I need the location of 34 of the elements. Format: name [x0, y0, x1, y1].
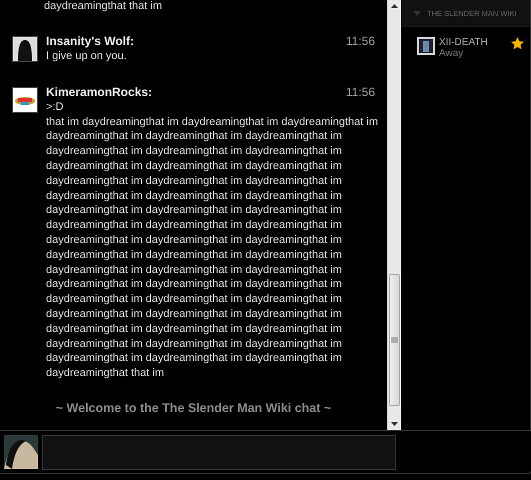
message-text: daydreamingthat im daydreamingthat im daydreamingthat im — [46, 158, 343, 174]
message-author: KimeramonRocks: — [46, 84, 152, 100]
message-text: daydreamingthat that im — [43, 0, 164, 13]
grip-icon — [391, 337, 398, 343]
scroll-thumb[interactable] — [389, 274, 400, 406]
message-text: daydreamingthat im daydreamingthat im daydreamingthat im — [46, 292, 343, 307]
message-text: daydreamingthat im daydreamingthat im daydreamingthat im — [46, 174, 343, 189]
message-text: daydreamingthat that im — [46, 366, 166, 381]
message-author: Insanity's Wolf: — [46, 34, 134, 49]
message-text: daydreamingthat im daydreamingthat im daydreamingthat im — [46, 203, 343, 218]
message-text: daydreamingthat im daydreamingthat im daydreamingthat im — [46, 322, 343, 337]
message-time: 11:56 — [346, 84, 375, 100]
user-list-item[interactable]: XII-DEATH Away — [401, 27, 530, 59]
message-text: daydreamingthat im daydreamingthat im daydreamingthat im — [46, 306, 343, 322]
message-text: daydreamingthat im daydreamingthat im daydreamingthat im — [46, 218, 343, 233]
message-text: daydreamingthat im daydreamingthat im daydreamingthat im — [46, 262, 343, 278]
message-time: 11:56 — [346, 34, 375, 49]
message-text: daydreamingthat im daydreamingthat im daydreamingthat im — [46, 144, 343, 159]
scrollbar[interactable] — [387, 0, 401, 430]
message-text: daydreamingthat im daydreamingthat im daydreamingthat im — [46, 248, 343, 263]
message-text: daydreamingthat im daydreamingthat im daydreamingthat im — [46, 129, 343, 144]
message-text: daydreamingthat im daydreamingthat im daydreamingthat im — [46, 232, 343, 248]
message-text: daydreamingthat im daydreamingthat im daydreamingthat im — [46, 336, 343, 352]
message-text: I give up on you. — [46, 49, 128, 64]
caret-icon — [413, 10, 421, 16]
message-text: daydreamingthat im daydreamingthat im daydreamingthat im — [46, 188, 343, 204]
welcome-message: ~ Welcome to the The Slender Man Wiki chat ~ — [54, 400, 332, 415]
message-text: daydreamingthat im daydreamingthat im daydreamingthat im — [46, 277, 343, 292]
message-input[interactable] — [42, 435, 396, 470]
user-status: Away — [439, 48, 464, 59]
message-text: >:D — [46, 100, 64, 115]
message-text: that im daydreamingthat im daydreamingthat im daydreamingthat im — [46, 114, 375, 130]
message-text: daydreamingthat im daydreamingthat im daydreamingthat im — [46, 351, 343, 366]
user-name: XII-DEATH — [439, 37, 489, 48]
